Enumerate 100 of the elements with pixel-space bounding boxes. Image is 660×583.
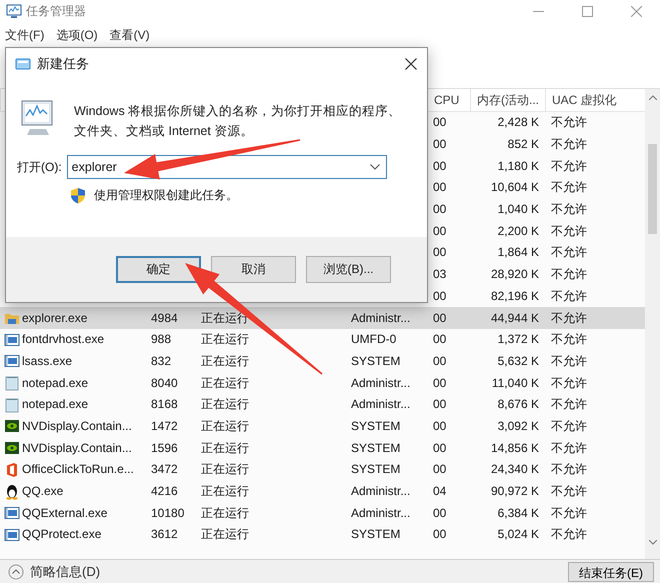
cpu-cell-text: 00 [432,461,448,478]
pid-cell-text: 1596 [150,440,179,457]
scroll-up-icon[interactable] [648,95,656,100]
cpu-cell-text: 03 [432,266,448,284]
cpu-cell-text: 00 [432,331,448,348]
details-link[interactable]: 简略信息(D) [30,562,100,580]
memory-cell-text: 1,040 K [496,201,540,218]
dialog-button[interactable]: 取消 [211,256,296,283]
uac-cell-text: 不允许 [550,179,588,196]
uac-cell-text: 不允许 [550,288,588,305]
cpu-cell-text: 00 [432,201,448,218]
memory-cell-text: 2,428 K [496,114,540,132]
user-cell-text: Administr... [350,374,412,392]
cpu-cell-text: 00 [432,504,448,522]
process-name: NVDisplay.Contain... [22,418,132,435]
pid-cell-text: 3472 [150,461,179,478]
table-row[interactable]: notepad.exe 8040 正在运行 Administr... 00 11,040 K 不允许 [0,372,645,394]
end-task-button[interactable]: 结束任务(E) [568,562,654,582]
process-name: QQ.exe [22,483,64,500]
dropdown-icon[interactable] [370,164,380,170]
uac-cell-text: 不允许 [550,201,588,218]
open-label: 打开(O): [17,158,62,176]
memory-cell-text: 5,024 K [496,526,540,544]
process-name: NVDisplay.Contain... [22,440,132,457]
pid-cell-text: 4984 [150,310,179,327]
memory-cell-text: 3,092 K [496,418,540,435]
uac-cell-text: 不允许 [550,222,588,240]
cpu-cell-text: 00 [432,310,448,327]
cpu-cell-text: 00 [432,396,448,414]
table-row[interactable]: QQProtect.exe 3612 正在运行 SYSTEM 00 5,024 K 不允许 [0,524,645,546]
window-title: 任务管理器 [26,2,86,20]
cpu-cell-text: 00 [432,418,448,435]
user-cell-text: SYSTEM [350,526,402,544]
memory-cell-text: 44,944 K [490,310,540,327]
uac-cell-text: 不允许 [550,352,588,370]
cpu-cell-text: 04 [432,483,448,500]
open-combobox[interactable]: explorer [66,155,387,179]
process-name: notepad.exe [22,374,88,392]
pid-cell-text: 832 [150,352,172,370]
memory-cell-text: 6,384 K [496,504,540,522]
memory-cell-text: 1,864 K [496,244,540,262]
table-row[interactable]: NVDisplay.Contain... 1596 正在运行 SYSTEM 00 14,856 K 不允许 [0,437,645,459]
uac-cell-text: 不允许 [550,461,588,478]
dialog-button[interactable]: 浏览(B)... [306,256,391,283]
cpu-cell-text: 00 [432,288,448,305]
memory-cell-text: 10,604 K [490,179,540,196]
penguin-icon [4,484,20,500]
scrollbar[interactable] [645,89,660,559]
cpu-cell-text: 00 [432,526,448,544]
close-icon[interactable] [405,58,417,70]
pid-cell-text: 8168 [150,396,179,414]
collapse-icon[interactable] [8,564,24,580]
uac-cell-text: 不允许 [550,374,588,392]
process-name: fontdrvhost.exe [22,331,104,348]
cpu-cell-text: 00 [432,114,448,132]
pid-cell-text: 8040 [150,374,179,392]
menu-item[interactable]: 查看(V) [110,26,150,44]
menu-item[interactable]: 文件(F) [5,26,44,44]
cpu-cell-text: 00 [432,374,448,392]
user-cell-text: Administr... [350,504,412,522]
window-icon [4,505,20,522]
uac-cell-text: 不允许 [550,310,588,327]
column-header[interactable]: 内存(活动... [470,89,545,111]
uac-cell-text: 不允许 [550,483,588,500]
scroll-down-icon[interactable] [648,540,656,545]
status-cell-text: 正在运行 [200,526,250,544]
status-cell-text: 正在运行 [200,418,250,435]
table-row[interactable]: fontdrvhost.exe 988 正在运行 UMFD-0 00 1,372 K 不允许 [0,328,645,351]
process-name: QQProtect.exe [22,526,102,544]
memory-cell-text: 1,180 K [496,158,540,175]
uac-cell-text: 不允许 [550,331,588,348]
eye-icon [4,440,20,456]
memory-cell-text: 2,200 K [496,222,540,240]
notepad-icon [4,396,20,413]
uac-cell-text: 不允许 [550,114,588,132]
memory-cell-text: 82,196 K [490,288,540,305]
table-row[interactable]: notepad.exe 8168 正在运行 Administr... 00 8,676 K 不允许 [0,394,645,416]
status-cell-text: 正在运行 [200,396,250,414]
pid-cell-text: 3612 [150,526,179,544]
process-name: OfficeClickToRun.e... [22,461,134,478]
notepad-icon [4,375,20,392]
dialog-button[interactable]: 确定 [116,256,201,283]
menu-item[interactable]: 选项(O) [56,26,98,44]
status-cell-text: 正在运行 [200,331,250,348]
dialog-title: 新建任务 [37,54,89,72]
table-row[interactable]: NVDisplay.Contain... 1472 正在运行 SYSTEM 00 3,092 K 不允许 [0,416,645,438]
maximize-icon[interactable] [582,6,593,16]
status-cell-text: 正在运行 [200,461,250,478]
table-row[interactable]: lsass.exe 832 正在运行 SYSTEM 00 5,632 K 不允许 [0,350,645,372]
window-icon [4,353,20,370]
table-row[interactable]: QQ.exe 4216 正在运行 Administr... 04 90,972 K 不允许 [0,480,645,502]
table-row[interactable]: OfficeClickToRun.e... 3472 正在运行 SYSTEM 00 24,340 K 不允许 [0,459,645,481]
memory-cell-text: 28,920 K [490,266,540,284]
table-row[interactable]: QQExternal.exe 10180 正在运行 Administr... 00 6,384 K 不允许 [0,502,645,524]
cpu-cell-text: 00 [432,158,448,175]
memory-cell-text: 90,972 K [490,483,540,500]
dialog-message: Windows 将根据你所键入的名称，为你打开相应的程序、 [74,104,402,118]
memory-cell-text: 1,372 K [496,331,540,348]
scroll-thumb[interactable] [648,144,657,234]
user-cell-text: Administr... [350,396,412,414]
